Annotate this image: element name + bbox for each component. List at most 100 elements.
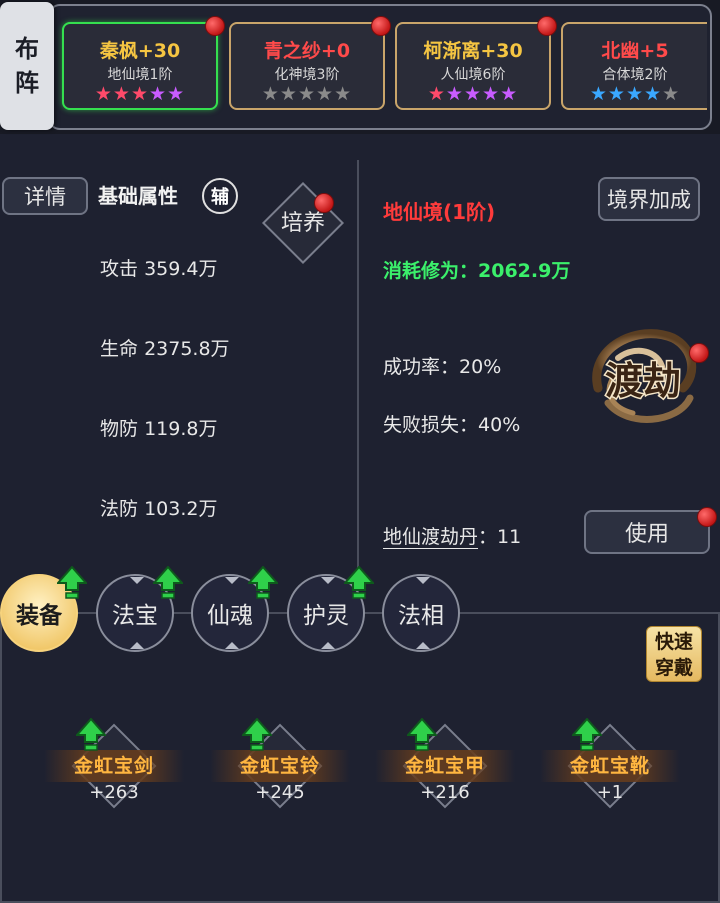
stat-attack: 攻击 359.4万 (100, 254, 217, 281)
star-icon: ★ (316, 83, 335, 105)
quick-equip-label-bottom: 穿戴 (654, 657, 693, 679)
equipment-level: +1 (596, 782, 624, 803)
upgrade-arrow-icon (344, 566, 374, 599)
star-icon: ★ (261, 83, 280, 105)
notification-dot (697, 507, 717, 527)
hero-stars: ★★★★★ (397, 83, 549, 105)
hero-stars: ★★★★★ (563, 83, 707, 105)
hero-card-2[interactable]: 青之纱+0 化神境3阶 ★★★★★ (229, 22, 385, 110)
success-rate-value: 20% (459, 356, 502, 378)
star-icon: ★ (334, 83, 353, 105)
stat-physical-defense: 物防 119.8万 (100, 414, 217, 441)
hero-card-4[interactable]: 北幽+5 合体境2阶 ★★★★★ (561, 22, 707, 110)
upgrade-arrow-icon (242, 718, 272, 751)
details-button[interactable]: 详情 (2, 177, 88, 215)
use-button[interactable]: 使用 (584, 510, 710, 554)
formation-button[interactable]: 布 阵 (0, 2, 54, 130)
equipment-name: 金虹宝铃 (210, 750, 350, 782)
hero-name: 秦枫+30 (99, 40, 181, 62)
equipment-slot-boots[interactable]: 金虹宝靴 +1 (540, 723, 680, 828)
upgrade-arrow-icon (153, 566, 183, 599)
hero-realm: 人仙境6阶 (440, 67, 506, 83)
fail-loss: 失败损失：40% (383, 410, 520, 437)
tribulation-pill: 地仙渡劫丹：11 (383, 522, 521, 549)
equipment-slot-sword[interactable]: 金虹宝剑 +263 (44, 723, 184, 828)
quick-equip-label-top: 快速 (654, 631, 693, 653)
equipment-level: +216 (420, 782, 470, 803)
cultivation-cost: 消耗修为：2062.9万 (383, 256, 570, 283)
cost-label: 消耗修为： (383, 260, 479, 282)
equipment-name: 金虹宝甲 (375, 750, 515, 782)
star-icon: ★ (167, 83, 186, 105)
star-icon: ★ (625, 83, 645, 105)
upgrade-arrow-icon (76, 718, 106, 751)
tab-label: 护灵 (303, 603, 349, 629)
star-icon: ★ (149, 83, 168, 105)
upgrade-arrow-icon (57, 566, 87, 599)
star-icon: ★ (589, 83, 608, 105)
pill-separator: ： (478, 526, 498, 548)
equipment-level: +263 (89, 782, 139, 803)
star-icon: ★ (500, 83, 519, 105)
stat-label: 法防 (100, 498, 139, 520)
star-icon: ★ (112, 83, 131, 105)
upgrade-arrow-icon (248, 566, 278, 599)
star-icon: ★ (130, 83, 150, 105)
role-badge: 辅 (202, 178, 238, 214)
hero-stars: ★★★★★ (231, 83, 383, 105)
star-icon: ★ (662, 83, 681, 105)
formation-label-top: 布 (15, 35, 39, 63)
swirl-icon: 渡劫 (592, 329, 697, 423)
equipment-slot-bell[interactable]: 金虹宝铃 +245 (210, 723, 350, 828)
hero-card-1[interactable]: 秦枫+30 地仙境1阶 ★★★★★ (62, 22, 218, 110)
star-icon: ★ (279, 83, 298, 105)
tab-label: 法宝 (112, 603, 158, 629)
tribulation-button[interactable]: 渡劫 (578, 318, 708, 438)
pill-name[interactable]: 地仙渡劫丹 (383, 526, 478, 548)
star-icon: ★ (427, 83, 446, 105)
stat-label: 生命 (100, 338, 139, 360)
realm-bonus-button[interactable]: 境界加成 (598, 177, 700, 221)
hero-name: 北幽+5 (601, 40, 669, 62)
star-icon: ★ (297, 83, 317, 105)
notification-dot (205, 16, 225, 36)
pill-count: 11 (497, 526, 522, 548)
fail-loss-value: 40% (478, 414, 521, 436)
stat-value: 119.8万 (144, 418, 218, 440)
hero-realm: 化神境3阶 (274, 67, 340, 83)
stat-value: 359.4万 (144, 258, 218, 280)
success-rate-label: 成功率： (383, 356, 460, 378)
upgrade-arrow-icon (407, 718, 437, 751)
star-icon: ★ (445, 83, 464, 105)
fail-loss-label: 失败损失： (383, 414, 479, 436)
stat-hp: 生命 2375.8万 (100, 334, 230, 361)
equipment-slot-armor[interactable]: 金虹宝甲 +216 (375, 723, 515, 828)
quick-equip-button[interactable]: 快速 穿戴 (646, 626, 702, 682)
tribulation-label: 渡劫 (605, 358, 681, 403)
base-attributes-title: 基础属性 (98, 184, 178, 208)
tab-dharma-form[interactable]: 法相 (382, 574, 460, 652)
star-icon: ★ (482, 83, 501, 105)
notification-dot (314, 193, 334, 213)
stat-label: 物防 (100, 418, 139, 440)
success-rate: 成功率：20% (383, 352, 501, 379)
stat-label: 攻击 (100, 258, 139, 280)
equipment-name: 金虹宝靴 (540, 750, 680, 782)
notification-dot (371, 16, 391, 36)
star-icon: ★ (607, 83, 626, 105)
upgrade-arrow-icon (572, 718, 602, 751)
hero-realm: 合体境2阶 (602, 67, 668, 83)
equipment-level: +245 (255, 782, 305, 803)
panel-divider (357, 160, 359, 570)
star-icon: ★ (644, 83, 663, 105)
tab-label: 法相 (398, 603, 444, 629)
formation-label-bottom: 阵 (15, 69, 39, 97)
hero-name: 青之纱+0 (263, 40, 351, 62)
stat-value: 103.2万 (144, 498, 218, 520)
star-icon: ★ (94, 83, 113, 105)
notification-dot (537, 16, 557, 36)
hero-name: 柯渐离+30 (423, 40, 523, 62)
hero-card-3[interactable]: 柯渐离+30 人仙境6阶 ★★★★★ (395, 22, 551, 110)
cost-value: 2062.9万 (478, 260, 571, 282)
formation-bar: 布 阵 秦枫+30 地仙境1阶 ★★★★★ 青之纱+0 化神境3阶 ★★★★★ … (0, 0, 720, 134)
